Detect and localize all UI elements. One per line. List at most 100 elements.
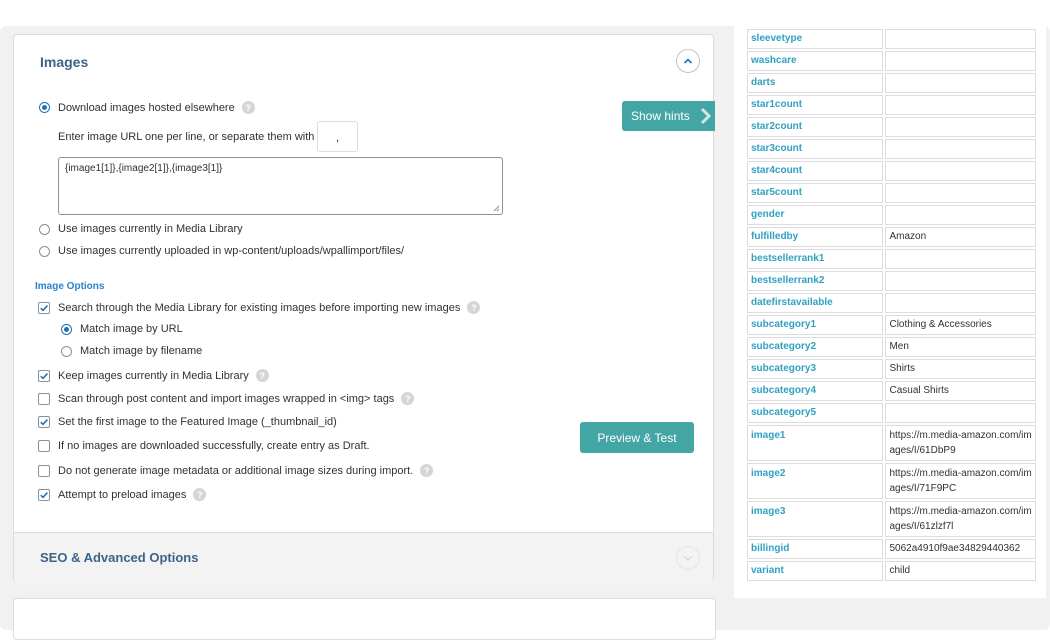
fields-table: sleevetype washcare darts star1count star2co… [745,27,1038,583]
keep-images-label: Keep images currently in Media Library [58,369,249,382]
match-filename-label: Match image by filename [80,345,203,357]
field-key[interactable]: subcategory4 [747,381,884,401]
help-icon[interactable]: ? [401,392,415,405]
search-media-checkbox[interactable] [38,301,50,314]
scan-content-option[interactable]: Scan through post content and import ima… [38,392,415,405]
match-url-option[interactable]: Match image by URL [61,323,183,335]
help-icon[interactable]: ? [255,369,269,382]
field-key[interactable]: subcategory1 [747,315,884,335]
field-key[interactable]: subcategory2 [747,337,884,357]
draft-label: If no images are downloaded successfully… [58,440,370,452]
field-key[interactable]: billingid [747,539,884,559]
field-key[interactable]: star5count [747,183,884,203]
help-icon[interactable]: ? [241,101,255,114]
fields-table-panel: sleevetype washcare darts star1count star2co… [734,26,1046,598]
images-panel: Images Download images hosted elsewhere … [13,34,715,583]
field-key[interactable]: washcare [747,51,884,71]
fields-table-body: sleevetype washcare darts star1count star2co… [747,29,1036,581]
help-icon[interactable]: ? [467,301,481,314]
field-key[interactable]: sleevetype [747,29,884,49]
match-url-radio[interactable] [61,323,72,335]
uploaded-radio[interactable] [39,245,50,257]
no-metadata-checkbox[interactable] [38,464,50,477]
field-value [885,271,1036,291]
field-key[interactable]: variant [747,561,884,581]
table-row: darts [747,73,1036,93]
uploaded-option[interactable]: Use images currently uploaded in wp-cont… [39,245,404,257]
field-value: 5062a4910f9ae34829440362 [885,539,1036,559]
draft-checkbox[interactable] [38,440,50,452]
draft-option[interactable]: If no images are downloaded successfully… [38,440,370,452]
resize-grip-icon[interactable] [493,205,500,212]
field-value [885,29,1036,49]
field-value [885,249,1036,269]
preload-checkbox[interactable] [38,488,50,501]
field-key[interactable]: image3 [747,501,884,537]
table-row: image2 https://m.media-amazon.com/images/… [747,463,1036,499]
table-row: image3 https://m.media-amazon.com/images/… [747,501,1036,537]
show-hints-button[interactable]: Show hints [622,101,715,131]
help-icon[interactable]: ? [193,488,207,501]
media-library-radio[interactable] [39,223,50,235]
seo-advanced-header[interactable]: SEO & Advanced Options [14,532,713,583]
table-row: image1 https://m.media-amazon.com/images/… [747,425,1036,461]
scan-content-checkbox[interactable] [38,392,50,405]
field-key[interactable]: gender [747,205,884,225]
image-url-textarea[interactable]: {image1[1]},{image2[1]},{image3[1]} [58,157,503,215]
field-key[interactable]: star1count [747,95,884,115]
search-media-label: Search through the Media Library for exi… [58,301,461,314]
field-key[interactable]: bestsellerrank2 [747,271,884,291]
separator-input[interactable]: , [317,121,358,152]
field-key[interactable]: darts [747,73,884,93]
featured-image-option[interactable]: Set the first image to the Featured Imag… [38,416,337,428]
field-key[interactable]: subcategory5 [747,403,884,423]
keep-images-checkbox[interactable] [38,369,50,382]
field-key[interactable]: star2count [747,117,884,137]
table-row: billingid 5062a4910f9ae34829440362 [747,539,1036,559]
field-value: https://m.media-amazon.com/images/I/61Db… [885,425,1036,461]
match-filename-radio[interactable] [61,345,72,357]
chevron-down-icon [684,556,692,561]
preview-test-button[interactable]: Preview & Test [580,422,694,453]
featured-image-label: Set the first image to the Featured Imag… [58,416,337,428]
keep-images-option[interactable]: Keep images currently in Media Library ? [38,369,269,382]
field-key[interactable]: image1 [747,425,884,461]
table-row: star2count [747,117,1036,137]
table-row: subcategory1 Clothing & Accessories [747,315,1036,335]
field-value [885,293,1036,313]
no-metadata-option[interactable]: Do not generate image metadata or additi… [38,464,434,477]
table-row: star1count [747,95,1036,115]
match-filename-option[interactable]: Match image by filename [61,345,202,357]
screen: Images Download images hosted elsewhere … [0,0,1050,640]
field-key[interactable]: datefirstavailable [747,293,884,313]
field-value: Shirts [885,359,1036,379]
table-row: subcategory2 Men [747,337,1036,357]
search-media-option[interactable]: Search through the Media Library for exi… [38,301,481,314]
image-url-value: {image1[1]},{image2[1]},{image3[1]} [65,163,223,174]
field-key[interactable]: subcategory3 [747,359,884,379]
table-row: sleevetype [747,29,1036,49]
field-key[interactable]: bestsellerrank1 [747,249,884,269]
preload-option[interactable]: Attempt to preload images ? [38,488,207,501]
uploaded-label: Use images currently uploaded in wp-cont… [58,245,405,257]
collapse-button[interactable] [676,49,700,73]
table-row: subcategory4 Casual Shirts [747,381,1036,401]
field-key[interactable]: image2 [747,463,884,499]
field-key[interactable]: fulfilledby [747,227,884,247]
table-row: star5count [747,183,1036,203]
scan-content-label: Scan through post content and import ima… [58,392,395,405]
table-row: bestsellerrank2 [747,271,1036,291]
enter-url-label: Enter image URL one per line, or separat… [58,131,324,143]
table-row: variant child [747,561,1036,581]
field-value: Men [885,337,1036,357]
match-url-label: Match image by URL [80,323,183,335]
field-key[interactable]: star3count [747,139,884,159]
field-key[interactable]: star4count [747,161,884,181]
media-library-option[interactable]: Use images currently in Media Library [39,223,243,235]
seo-section-title: SEO & Advanced Options [40,550,199,565]
download-radio[interactable] [39,102,50,113]
help-icon[interactable]: ? [420,464,434,477]
featured-image-checkbox[interactable] [38,416,50,428]
download-option[interactable]: Download images hosted elsewhere ? [39,101,255,114]
expand-button[interactable] [676,546,700,570]
